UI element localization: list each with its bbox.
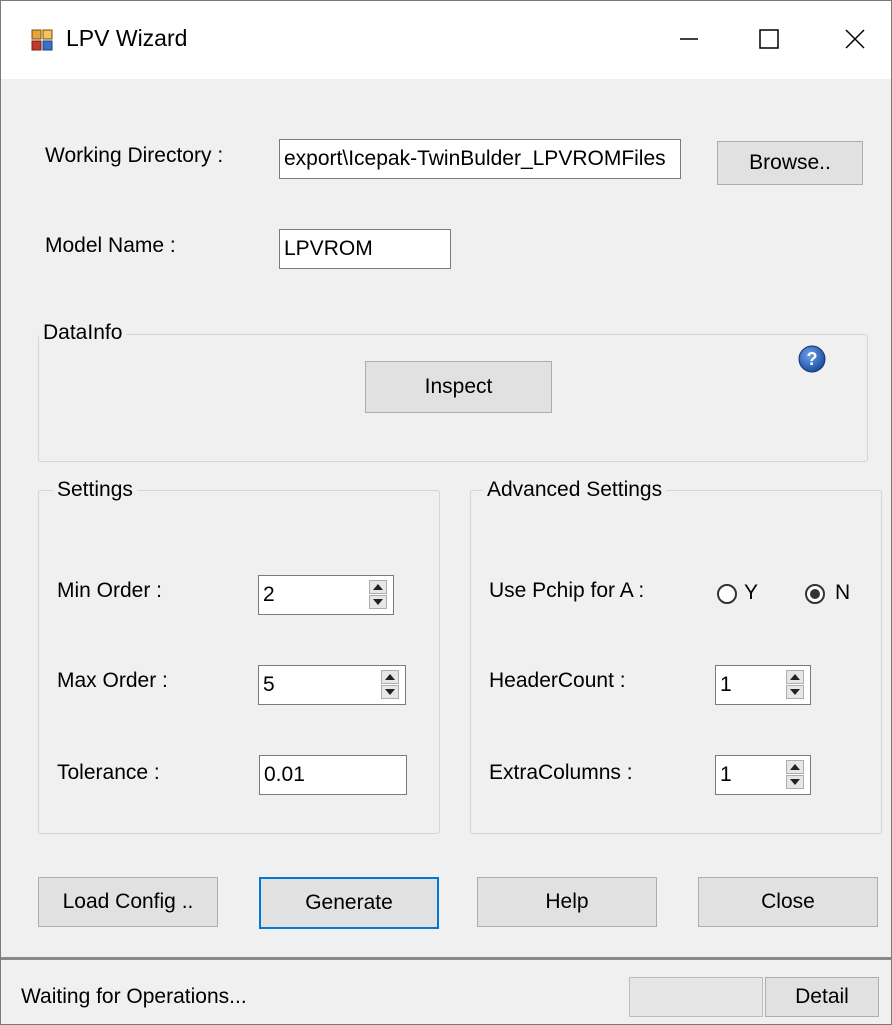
min-order-label: Min Order :: [57, 579, 163, 602]
extra-columns-decrement-button[interactable]: [786, 775, 804, 789]
radio-unchecked-icon: [717, 584, 737, 604]
working-directory-label: Working Directory :: [45, 144, 224, 167]
min-order-value: 2: [263, 583, 275, 606]
spin-up-icon: [790, 674, 800, 680]
extra-columns-spinner[interactable]: 1: [715, 755, 811, 795]
spin-down-icon: [373, 599, 383, 605]
use-pchip-label: Use Pchip for A :: [489, 579, 645, 602]
spin-up-icon: [790, 764, 800, 770]
use-pchip-option-y: Y: [744, 581, 759, 604]
status-text: Waiting for Operations...: [21, 985, 247, 1008]
header-count-decrement-button[interactable]: [786, 685, 804, 699]
spin-down-icon: [790, 779, 800, 785]
load-config-button[interactable]: Load Config ..: [38, 877, 218, 927]
tolerance-input[interactable]: 0.01: [259, 755, 407, 795]
model-name-label: Model Name :: [45, 234, 176, 257]
settings-legend: Settings: [53, 478, 137, 502]
maximize-button[interactable]: [739, 11, 799, 67]
close-window-button[interactable]: [825, 11, 885, 67]
header-count-value: 1: [720, 673, 732, 696]
spin-down-icon: [385, 689, 395, 695]
title-bar: LPV Wizard: [1, 1, 891, 79]
extra-columns-value: 1: [720, 763, 732, 786]
question-mark-icon[interactable]: ?: [797, 344, 827, 374]
advanced-settings-legend: Advanced Settings: [483, 478, 667, 502]
inspect-button[interactable]: Inspect: [365, 361, 552, 413]
use-pchip-radio-n[interactable]: N: [805, 581, 865, 607]
radio-checked-icon: [805, 584, 825, 604]
header-count-increment-button[interactable]: [786, 670, 804, 684]
min-order-decrement-button[interactable]: [369, 595, 387, 609]
help-button[interactable]: Help: [477, 877, 657, 927]
working-directory-input[interactable]: export\Icepak-TwinBulder_LPVROMFiles: [279, 139, 681, 179]
detail-button[interactable]: Detail: [765, 977, 879, 1017]
lpv-app-icon: [31, 29, 53, 51]
generate-button[interactable]: Generate: [259, 877, 439, 929]
status-separator: [1, 957, 891, 960]
minimize-icon: [680, 38, 698, 40]
header-count-label: HeaderCount :: [489, 669, 626, 692]
model-name-input[interactable]: LPVROM: [279, 229, 451, 269]
svg-text:?: ?: [807, 349, 818, 369]
use-pchip-option-n: N: [835, 581, 851, 604]
header-count-spinner[interactable]: 1: [715, 665, 811, 705]
max-order-increment-button[interactable]: [381, 670, 399, 684]
maximize-icon: [759, 29, 779, 49]
max-order-value: 5: [263, 673, 275, 696]
min-order-increment-button[interactable]: [369, 580, 387, 594]
spin-up-icon: [373, 584, 383, 590]
close-button[interactable]: Close: [698, 877, 878, 927]
extra-columns-increment-button[interactable]: [786, 760, 804, 774]
spin-down-icon: [790, 689, 800, 695]
max-order-label: Max Order :: [57, 669, 168, 692]
extra-columns-label: ExtraColumns :: [489, 761, 633, 784]
close-icon: [845, 29, 865, 49]
max-order-decrement-button[interactable]: [381, 685, 399, 699]
max-order-spinner[interactable]: 5: [258, 665, 406, 705]
use-pchip-radio-y[interactable]: Y: [717, 581, 777, 607]
tolerance-label: Tolerance :: [57, 761, 160, 784]
window-title: LPV Wizard: [66, 25, 188, 51]
minimize-button[interactable]: [659, 11, 719, 67]
spin-up-icon: [385, 674, 395, 680]
browse-button[interactable]: Browse..: [717, 141, 863, 185]
datainfo-legend: DataInfo: [39, 321, 127, 345]
min-order-spinner[interactable]: 2: [258, 575, 394, 615]
status-progress-bar: [629, 977, 763, 1017]
lpv-wizard-window: LPV Wizard Working Directory : export\Ic…: [0, 0, 892, 1025]
